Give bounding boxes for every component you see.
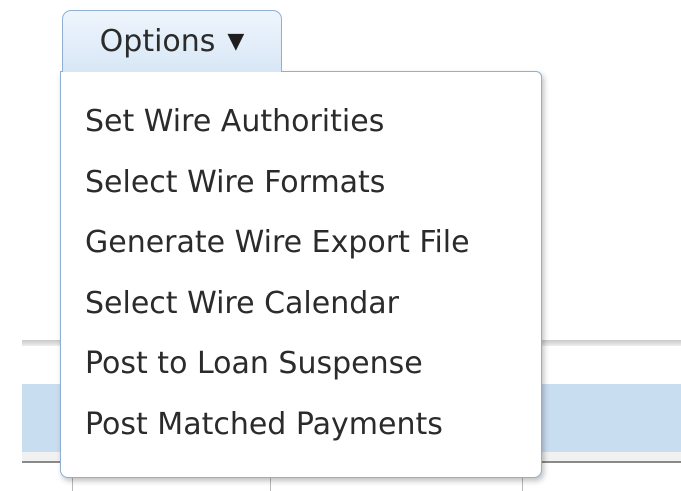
menu-item-select-wire-formats[interactable]: Select Wire Formats [61,153,541,214]
options-button-label: Options [99,24,216,59]
caret-down-icon: ▼ [227,29,245,54]
menu-item-generate-wire-export-file[interactable]: Generate Wire Export File [61,213,541,274]
menu-item-select-wire-calendar[interactable]: Select Wire Calendar [61,274,541,335]
menu-item-post-to-loan-suspense[interactable]: Post to Loan Suspense [61,334,541,395]
options-dropdown-menu: Set Wire Authorities Select Wire Formats… [60,71,542,478]
options-dropdown-button[interactable]: Options ▼ [62,10,282,72]
menu-item-set-wire-authorities[interactable]: Set Wire Authorities [61,92,541,153]
menu-item-post-matched-payments[interactable]: Post Matched Payments [61,395,541,456]
